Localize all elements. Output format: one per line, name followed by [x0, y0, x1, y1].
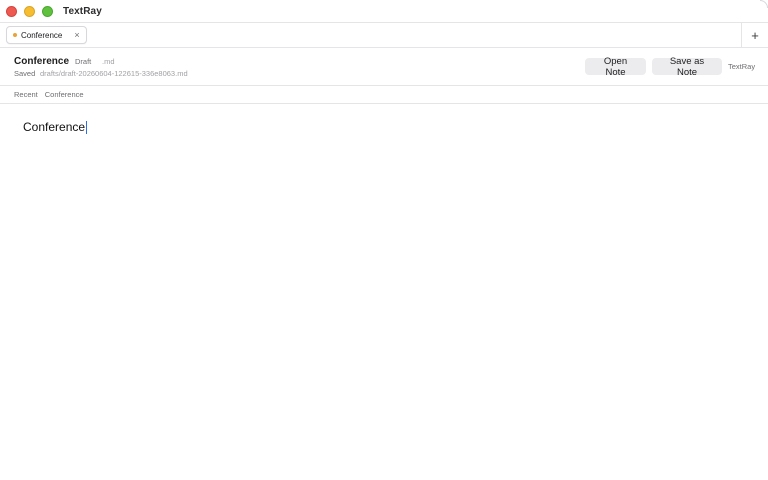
app-title: TextRay: [63, 5, 102, 17]
tab-conference[interactable]: Conference ×: [6, 26, 87, 44]
tab-label: Conference: [21, 30, 63, 40]
breadcrumb: Recent Conference: [0, 86, 768, 104]
app-window: TextRay Conference × + Conference Draft …: [0, 0, 768, 480]
breadcrumb-item-recent[interactable]: Recent: [14, 90, 38, 99]
maximize-window-button[interactable]: [42, 5, 53, 17]
document-title: Conference: [14, 56, 70, 67]
traffic-lights: [6, 5, 53, 17]
editor-line[interactable]: Conference: [23, 120, 88, 134]
text-caret: [85, 120, 88, 134]
tab-bar: Conference × +: [0, 22, 768, 48]
close-icon[interactable]: ×: [74, 30, 79, 40]
open-note-button[interactable]: Open Note: [585, 56, 646, 78]
close-window-button[interactable]: [6, 5, 17, 17]
document-path: drafts/draft-20260604-122615-336e8063.md: [40, 69, 188, 78]
plus-icon: +: [751, 27, 759, 43]
breadcrumb-item-conference[interactable]: Conference: [45, 90, 84, 99]
title-bar: TextRay: [0, 0, 768, 22]
modified-dot-icon: [13, 33, 17, 37]
document-status-badge: Draft: [75, 57, 92, 66]
document-header: Conference Draft .md Saved drafts/draft-…: [0, 48, 768, 86]
brand-label: TextRay: [728, 62, 756, 71]
new-tab-button[interactable]: +: [741, 23, 768, 47]
minimize-window-button[interactable]: [24, 5, 35, 17]
document-extension: .md: [102, 57, 115, 66]
save-status: Saved: [14, 69, 36, 78]
save-as-note-button[interactable]: Save as Note: [652, 56, 722, 78]
editor-text[interactable]: Conference: [23, 120, 85, 134]
editor-area[interactable]: Conference: [0, 104, 768, 480]
